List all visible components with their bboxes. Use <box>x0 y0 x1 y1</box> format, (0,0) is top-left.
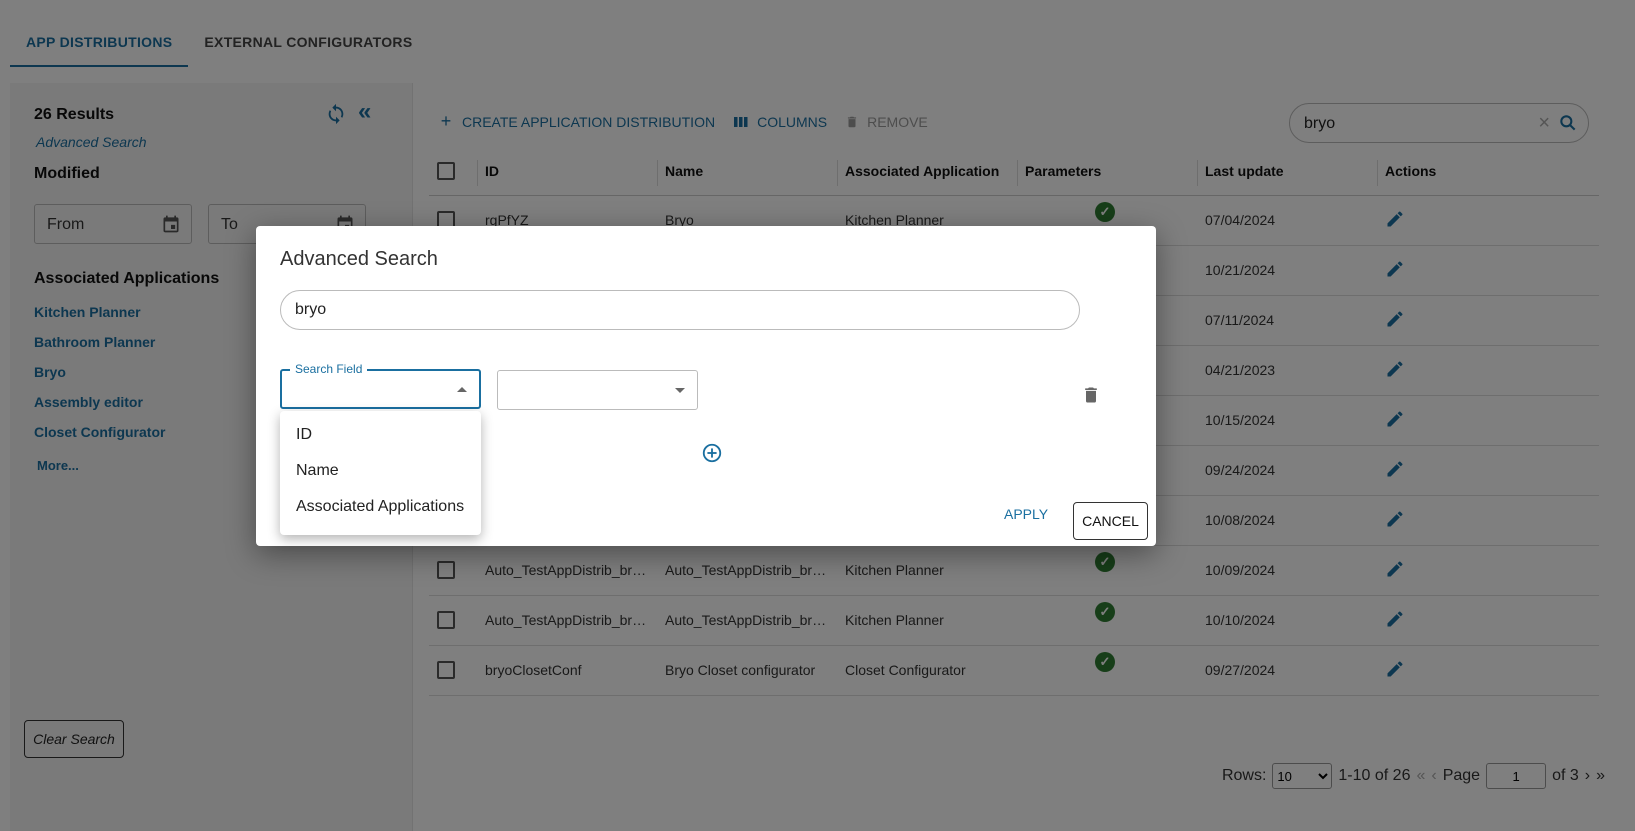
menu-item-associated-applications[interactable]: Associated Applications <box>280 489 481 525</box>
apply-button[interactable]: APPLY <box>1004 506 1048 522</box>
dialog-title: Advanced Search <box>280 248 438 270</box>
page: APP DISTRIBUTIONS EXTERNAL CONFIGURATORS… <box>0 0 1635 831</box>
condition-select[interactable] <box>497 370 698 410</box>
cancel-button[interactable]: CANCEL <box>1073 502 1148 540</box>
add-condition-icon[interactable] <box>701 442 723 464</box>
search-field-label: Search Field <box>290 362 368 376</box>
menu-item-name[interactable]: Name <box>280 453 481 489</box>
search-field-menu: ID Name Associated Applications <box>280 411 481 535</box>
dialog-query-input[interactable] <box>280 290 1080 330</box>
search-field-select[interactable]: Search Field <box>280 362 481 409</box>
delete-condition-icon[interactable] <box>1081 384 1101 406</box>
caret-down-icon <box>675 388 685 393</box>
caret-up-icon <box>457 387 467 392</box>
menu-item-id[interactable]: ID <box>280 417 481 453</box>
